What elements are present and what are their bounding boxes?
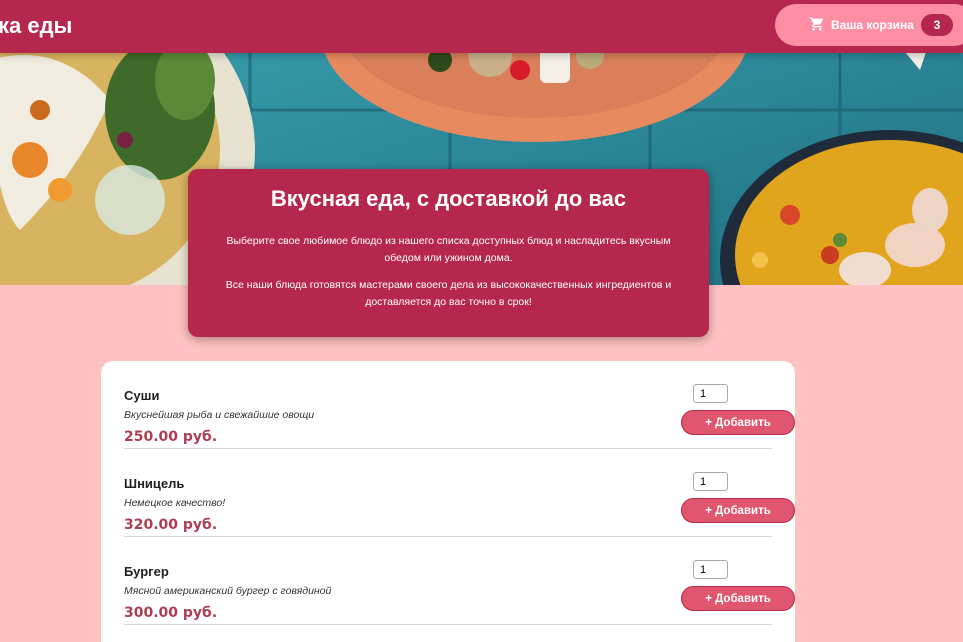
quantity-input[interactable] bbox=[693, 560, 728, 579]
meal-price: 300.00 руб. bbox=[124, 605, 218, 621]
cart-count-badge: 3 bbox=[921, 14, 953, 36]
meal-price: 320.00 руб. bbox=[124, 517, 218, 533]
summary-text-2: Все наши блюда готовятся мастерами своег… bbox=[225, 279, 672, 308]
meal-item: Бургер Мясной американский бургер с говя… bbox=[124, 537, 795, 625]
add-to-cart-button[interactable]: + Добавить bbox=[681, 586, 795, 611]
meal-item: Суши Вкуснейшая рыба и свежайшие овощи 2… bbox=[124, 361, 795, 449]
quantity-input[interactable] bbox=[693, 384, 728, 403]
meal-description: Вкуснейшая рыба и свежайшие овощи bbox=[124, 409, 315, 421]
available-meals-list: Суши Вкуснейшая рыба и свежайшие овощи 2… bbox=[101, 361, 795, 642]
meal-item: Шницель Немецкое качество! 320.00 руб. +… bbox=[124, 449, 795, 537]
add-to-cart-button[interactable]: + Добавить bbox=[681, 498, 795, 523]
cart-icon bbox=[809, 17, 824, 31]
add-to-cart-button[interactable]: + Добавить bbox=[681, 410, 795, 435]
meal-name: Суши bbox=[124, 388, 160, 403]
meal-description: Немецкое качество! bbox=[124, 497, 226, 509]
quantity-input[interactable] bbox=[693, 472, 728, 491]
meal-price: 250.00 руб. bbox=[124, 429, 218, 445]
site-logo: ка еды bbox=[0, 13, 73, 38]
meal-name: Бургер bbox=[124, 564, 169, 579]
summary-title: Вкусная еда, с доставкой до вас bbox=[270, 186, 627, 211]
cart-label: Ваша корзина bbox=[831, 18, 914, 32]
summary-text-1: Выберите свое любимое блюдо из нашего сп… bbox=[226, 235, 671, 264]
cart-button[interactable]: Ваша корзина 3 bbox=[775, 4, 963, 46]
meal-name: Шницель bbox=[124, 476, 185, 491]
meals-summary: Вкусная еда, с доставкой до вас Выберите… bbox=[188, 169, 709, 337]
meal-description: Мясной американский бургер с говядиной bbox=[124, 585, 332, 597]
main-header: ка еды Ваша корзина 3 bbox=[0, 0, 963, 53]
